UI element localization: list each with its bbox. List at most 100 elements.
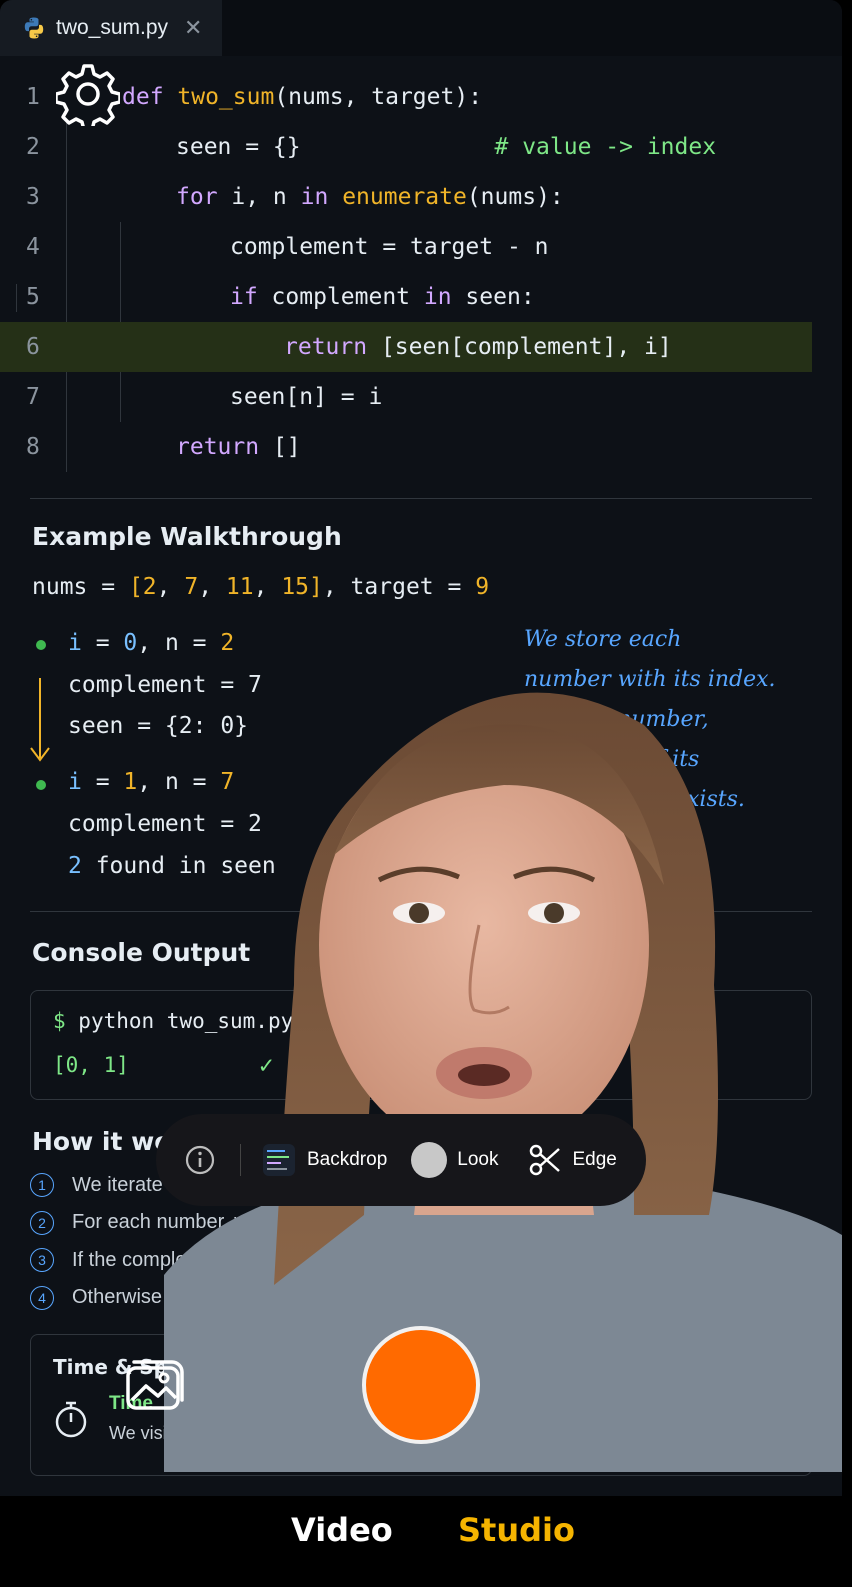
code-token: [seen[complement], i] bbox=[367, 334, 672, 360]
code-text: if complement in seen: bbox=[230, 272, 535, 322]
console-output: [0, 1] bbox=[53, 1053, 129, 1077]
walkthrough-token: 7 bbox=[184, 574, 199, 600]
step-bullet bbox=[36, 640, 46, 650]
walkthrough-token: nums = bbox=[32, 574, 129, 600]
step-token: 0 bbox=[123, 630, 138, 656]
step-bullet bbox=[36, 780, 46, 790]
divider bbox=[30, 498, 812, 499]
walkthrough-token: 9 bbox=[475, 574, 490, 600]
step-number-badge: 2 bbox=[30, 1210, 54, 1235]
info-icon[interactable] bbox=[184, 1144, 216, 1176]
how-list-item: 4 Otherwise bbox=[30, 1285, 163, 1310]
code-line[interactable]: 8 return [] bbox=[0, 422, 842, 472]
python-icon bbox=[24, 17, 44, 39]
walkthrough-input: nums = [2, 7, 11, 15], target = 9 bbox=[32, 574, 489, 600]
file-tab[interactable]: two_sum.py ✕ bbox=[0, 0, 222, 56]
step-token: 2 bbox=[220, 630, 235, 656]
scissors-icon bbox=[530, 1144, 561, 1176]
code-token: two_sum bbox=[177, 84, 275, 110]
code-token: (nums): bbox=[466, 184, 564, 210]
line-number: 5 bbox=[26, 284, 40, 310]
code-line[interactable]: 2 seen = {} # value -> index bbox=[0, 122, 842, 172]
walkthrough-token: 15] bbox=[281, 574, 323, 600]
step-token: = bbox=[81, 630, 124, 656]
walkthrough-token: [2 bbox=[128, 574, 157, 600]
toolbar-divider bbox=[240, 1144, 241, 1176]
walkthrough-token: , bbox=[198, 574, 226, 600]
code-line[interactable]: 6 return [seen[complement], i] bbox=[0, 322, 812, 372]
line-number: 3 bbox=[26, 184, 40, 210]
code-token: in bbox=[423, 284, 452, 310]
code-token: complement bbox=[257, 284, 424, 310]
edge-label: Edge bbox=[572, 1149, 617, 1170]
stopwatch-icon bbox=[55, 1401, 87, 1438]
code-token: [] bbox=[259, 434, 301, 460]
backdrop-button[interactable]: Backdrop bbox=[263, 1144, 387, 1176]
code-line[interactable]: 3 for i, n in enumerate(nums): bbox=[0, 172, 842, 222]
code-text: return [seen[complement], i] bbox=[284, 322, 672, 372]
code-line[interactable]: 5 if complement in seen: bbox=[0, 272, 842, 322]
code-token: enumerate bbox=[342, 184, 467, 210]
code-text: def two_sum(nums, target): bbox=[122, 72, 482, 122]
code-token: i, n bbox=[217, 184, 301, 210]
code-line[interactable]: 1 def two_sum(nums, target): bbox=[0, 72, 842, 122]
code-text: seen[n] = i bbox=[230, 372, 382, 422]
line-number: 8 bbox=[26, 434, 40, 460]
mode-video[interactable]: Video bbox=[291, 1496, 393, 1564]
line-number: 2 bbox=[26, 134, 40, 160]
how-list-item: 1 We iterate bbox=[30, 1173, 163, 1197]
step-token: , n = bbox=[137, 630, 221, 656]
step-token: = bbox=[81, 769, 124, 795]
app-frame: two_sum.py ✕ 1 def two_sum(nums, target):… bbox=[0, 0, 852, 1587]
step1-header: i = 0, n = 2 bbox=[68, 630, 234, 656]
look-label: Look bbox=[457, 1149, 499, 1170]
code-text: seen = {} # value -> index bbox=[176, 122, 716, 172]
settings-gear-icon[interactable] bbox=[56, 62, 120, 126]
line-number: 4 bbox=[26, 234, 40, 260]
tab-bar: two_sum.py ✕ bbox=[0, 0, 842, 56]
line-number: 6 bbox=[26, 334, 40, 360]
camera-feed bbox=[164, 655, 842, 1472]
step-token: 1 bbox=[123, 769, 138, 795]
code-token: (nums, target): bbox=[274, 84, 483, 110]
code-line[interactable]: 7 seen[n] = i bbox=[0, 372, 842, 422]
look-swatch bbox=[411, 1142, 448, 1178]
walkthrough-token: , bbox=[156, 574, 185, 600]
step-token: i bbox=[68, 769, 82, 795]
code-token: seen[n] = i bbox=[230, 384, 383, 410]
line-number: 1 bbox=[26, 84, 40, 110]
look-button[interactable]: Look bbox=[411, 1142, 498, 1178]
card-line-text: We visi bbox=[109, 1423, 167, 1443]
code-token: seen = {} bbox=[176, 134, 301, 160]
code-token: # value -> index bbox=[494, 134, 717, 160]
mode-studio[interactable]: Studio bbox=[458, 1496, 575, 1564]
gallery-icon[interactable] bbox=[124, 1356, 186, 1414]
how-item-text: Otherwise bbox=[72, 1286, 163, 1308]
code-area[interactable]: 1 def two_sum(nums, target): 2 seen = {} # … bbox=[0, 72, 842, 472]
line-number: 7 bbox=[26, 384, 40, 410]
arrow-down-icon bbox=[30, 678, 50, 762]
step-token: i bbox=[68, 630, 82, 656]
code-token: seen: bbox=[451, 284, 535, 310]
note-line: We store each bbox=[524, 627, 682, 652]
code-line[interactable]: 4 complement = target - n bbox=[0, 222, 842, 272]
code-text: complement = target - n bbox=[230, 222, 549, 272]
code-token: return bbox=[284, 334, 368, 360]
code-token: for bbox=[176, 184, 218, 210]
code-token: return bbox=[176, 434, 260, 460]
code-text: for i, n in enumerate(nums): bbox=[176, 172, 564, 222]
mode-switcher: Video Studio bbox=[0, 1496, 852, 1587]
step-number-badge: 4 bbox=[30, 1285, 54, 1310]
walkthrough-token: , bbox=[253, 574, 282, 600]
record-button[interactable] bbox=[362, 1326, 480, 1444]
code-token: complement = target - n bbox=[230, 234, 549, 260]
tab-filename: two_sum.py bbox=[56, 16, 169, 39]
close-tab-icon[interactable]: ✕ bbox=[184, 15, 202, 41]
edge-button[interactable]: Edge bbox=[528, 1143, 617, 1177]
step-number-badge: 3 bbox=[30, 1248, 54, 1272]
walkthrough-token: 11 bbox=[225, 574, 254, 600]
step-number-badge: 1 bbox=[30, 1173, 54, 1197]
code-token: in bbox=[300, 184, 329, 210]
